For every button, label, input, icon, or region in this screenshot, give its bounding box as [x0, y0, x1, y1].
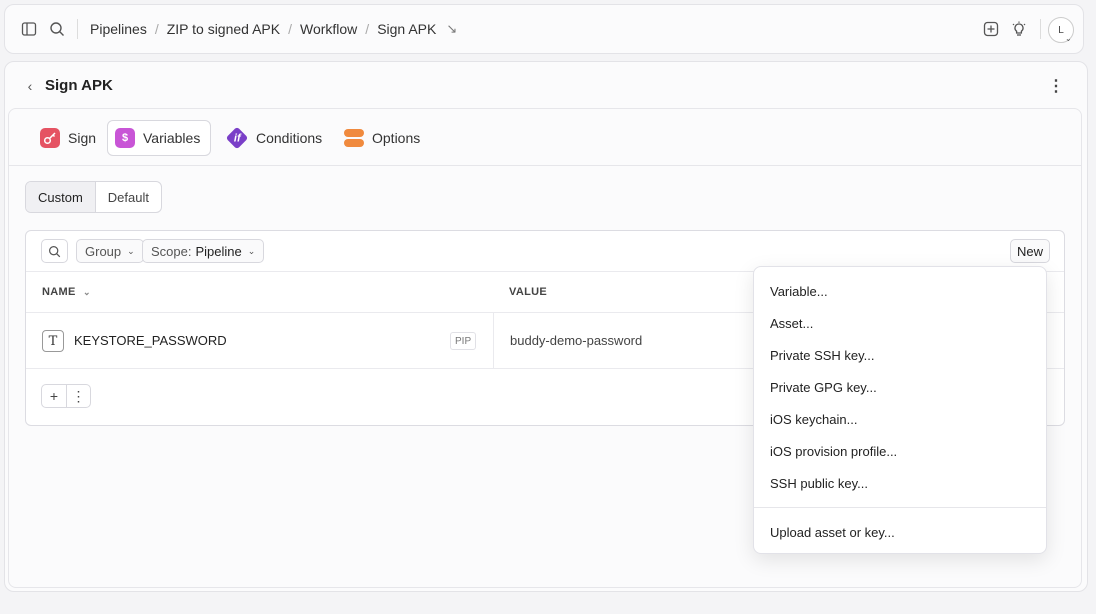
column-name-label: NAME: [42, 286, 76, 298]
column-value: VALUE: [509, 286, 547, 298]
plus-icon[interactable]: +: [42, 385, 66, 407]
tab-conditions[interactable]: if Conditions: [219, 120, 332, 156]
chevron-down-icon: ⌄: [127, 245, 135, 256]
variable-value: buddy-demo-password: [510, 333, 643, 348]
key-icon: [40, 128, 60, 148]
menu-item-ios-provision-profile[interactable]: iOS provision profile...: [770, 444, 897, 459]
add-square-icon[interactable]: [982, 20, 1000, 38]
menu-item-private-gpg-key[interactable]: Private GPG key...: [770, 380, 877, 395]
tab-bar: Sign $ Variables if Conditions Options: [9, 109, 1081, 166]
breadcrumb: Pipelines / ZIP to signed APK / Workflow…: [90, 5, 457, 53]
new-button[interactable]: New: [1010, 239, 1051, 263]
breadcrumb-action[interactable]: Sign APK: [377, 21, 436, 37]
breadcrumb-separator: /: [154, 21, 159, 37]
arrow-down-right-icon[interactable]: ↘: [446, 21, 457, 37]
lightbulb-icon[interactable]: [1010, 20, 1028, 38]
tab-label: Sign: [68, 130, 97, 146]
top-bar: Pipelines / ZIP to signed APK / Workflow…: [4, 4, 1084, 54]
chevron-down-icon[interactable]: ⌄: [1065, 34, 1072, 43]
group-dropdown[interactable]: Group ⌄: [76, 239, 144, 263]
scope-prefix: Scope:: [151, 243, 192, 259]
tab-label: Variables: [143, 130, 201, 146]
segment-default[interactable]: Default: [96, 182, 161, 212]
more-options-icon[interactable]: ⋮: [66, 385, 90, 407]
tab-variables[interactable]: $ Variables: [107, 120, 212, 156]
menu-item-asset[interactable]: Asset...: [770, 316, 813, 331]
if-icon-wrap: if: [225, 126, 249, 150]
chevron-down-icon: ⌄: [82, 287, 91, 297]
menu-item-private-ssh-key[interactable]: Private SSH key...: [770, 348, 875, 363]
breadcrumb-separator: /: [365, 21, 370, 37]
page-title: Sign APK: [45, 77, 113, 94]
segment-custom[interactable]: Custom: [26, 182, 96, 212]
chevron-left-icon[interactable]: ‹: [21, 76, 39, 96]
new-item-menu: Variable... Asset... Private SSH key... …: [753, 266, 1047, 554]
menu-item-variable[interactable]: Variable...: [770, 284, 828, 299]
breadcrumb-workflow[interactable]: Workflow: [300, 21, 357, 37]
more-options-icon[interactable]: ⋮: [1048, 76, 1064, 96]
breadcrumb-pipelines[interactable]: Pipelines: [90, 21, 147, 37]
divider: [77, 19, 78, 39]
column-divider: [493, 313, 494, 369]
chevron-down-icon: ⌄: [247, 245, 256, 256]
column-name[interactable]: NAME ⌄: [42, 286, 91, 298]
tab-label: Options: [372, 130, 421, 146]
search-icon[interactable]: [41, 239, 68, 263]
menu-item-ios-keychain[interactable]: iOS keychain...: [770, 412, 857, 427]
toggles-icon: [344, 128, 364, 148]
search-icon[interactable]: [48, 20, 66, 38]
breadcrumb-separator: /: [288, 21, 292, 37]
tab-options[interactable]: Options: [337, 120, 430, 156]
text-type-icon: T: [42, 330, 64, 352]
if-icon: if: [225, 126, 249, 150]
sidebar-toggle-icon[interactable]: [20, 20, 38, 38]
menu-item-upload[interactable]: Upload asset or key...: [770, 525, 895, 540]
menu-divider: [754, 507, 1046, 508]
tab-label: Conditions: [256, 130, 323, 146]
group-label: Group: [85, 243, 122, 259]
scope-segmented-control: Custom Default: [25, 181, 162, 213]
breadcrumb-pipeline[interactable]: ZIP to signed APK: [167, 21, 280, 37]
menu-item-ssh-public-key[interactable]: SSH public key...: [770, 476, 868, 491]
divider: [1040, 19, 1041, 39]
variable-name: KEYSTORE_PASSWORD: [74, 333, 227, 348]
scope-badge: PIP: [450, 332, 477, 350]
row-actions: + ⋮: [41, 384, 91, 408]
scope-dropdown[interactable]: Scope: Pipeline ⌄: [142, 239, 265, 263]
scope-value: Pipeline: [195, 243, 242, 259]
tab-sign[interactable]: Sign: [33, 120, 106, 156]
dollar-icon: $: [115, 128, 135, 148]
